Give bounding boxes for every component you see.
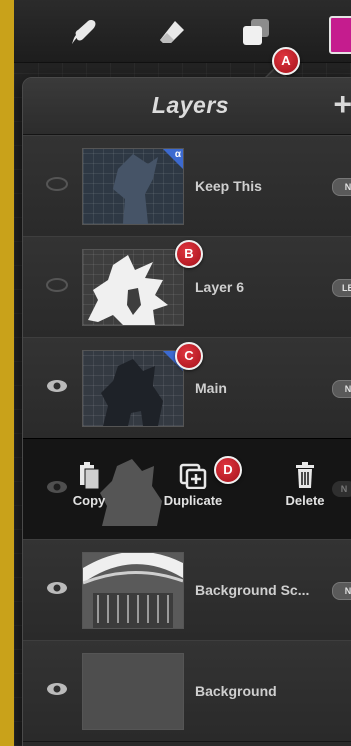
panel-header: Layers + bbox=[23, 78, 351, 135]
visibility-on-icon[interactable] bbox=[45, 681, 69, 697]
layers-panel: Layers + α Keep This N Layer 6 L Main N … bbox=[22, 77, 351, 746]
visibility-off-icon[interactable] bbox=[45, 277, 69, 293]
visibility-on-icon[interactable] bbox=[45, 378, 69, 394]
layer-actions-bar: N Copy Duplicate Delete bbox=[23, 438, 351, 540]
copy-button[interactable]: Copy bbox=[59, 461, 119, 508]
layer-row-keep-this[interactable]: α Keep This N bbox=[23, 135, 351, 237]
layer-name: Keep This bbox=[195, 178, 262, 194]
blend-mode-badge[interactable]: N bbox=[332, 178, 351, 196]
add-layer-button[interactable]: + bbox=[333, 88, 351, 120]
blend-mode-badge[interactable]: LB bbox=[332, 279, 351, 297]
trash-icon bbox=[296, 462, 314, 488]
visibility-off-icon[interactable] bbox=[45, 176, 69, 192]
layer-thumbnail: α bbox=[82, 350, 184, 427]
callout-c: C bbox=[175, 342, 203, 370]
eraser-icon[interactable] bbox=[154, 14, 190, 50]
layer-thumbnail bbox=[82, 552, 184, 629]
copy-icon bbox=[80, 462, 100, 489]
callout-d: D bbox=[214, 456, 242, 484]
delete-button[interactable]: Delete bbox=[275, 461, 335, 508]
duplicate-label: Duplicate bbox=[163, 493, 223, 508]
layer-name: Layer 6 bbox=[195, 279, 245, 295]
blend-mode-badge[interactable]: N bbox=[332, 582, 351, 600]
layer-name: Background bbox=[195, 683, 277, 699]
painting-app: Layers + α Keep This N Layer 6 L Main N … bbox=[14, 0, 351, 746]
layer-name: Main bbox=[195, 380, 227, 396]
callout-b: B bbox=[175, 240, 203, 268]
duplicate-icon bbox=[179, 463, 207, 489]
layer-thumbnail: α bbox=[82, 148, 184, 225]
color-swatch[interactable] bbox=[329, 16, 351, 54]
brush-icon[interactable] bbox=[66, 14, 102, 50]
top-toolbar bbox=[14, 0, 351, 63]
layer-thumbnail bbox=[82, 653, 184, 730]
copy-label: Copy bbox=[72, 493, 106, 508]
layer-thumbnail bbox=[82, 249, 184, 326]
layer-row-background-scene[interactable]: Background Sc... N bbox=[23, 539, 351, 641]
alpha-lock-badge: α bbox=[163, 149, 183, 169]
panel-title: Layers bbox=[151, 92, 230, 118]
delete-label: Delete bbox=[285, 493, 325, 508]
layer-name: Background Sc... bbox=[195, 582, 310, 598]
callout-a: A bbox=[272, 47, 300, 75]
layer-row-background[interactable]: Background bbox=[23, 640, 351, 742]
visibility-on-icon[interactable] bbox=[45, 580, 69, 596]
layers-icon[interactable] bbox=[238, 14, 274, 50]
blend-mode-badge[interactable]: N bbox=[332, 380, 351, 398]
